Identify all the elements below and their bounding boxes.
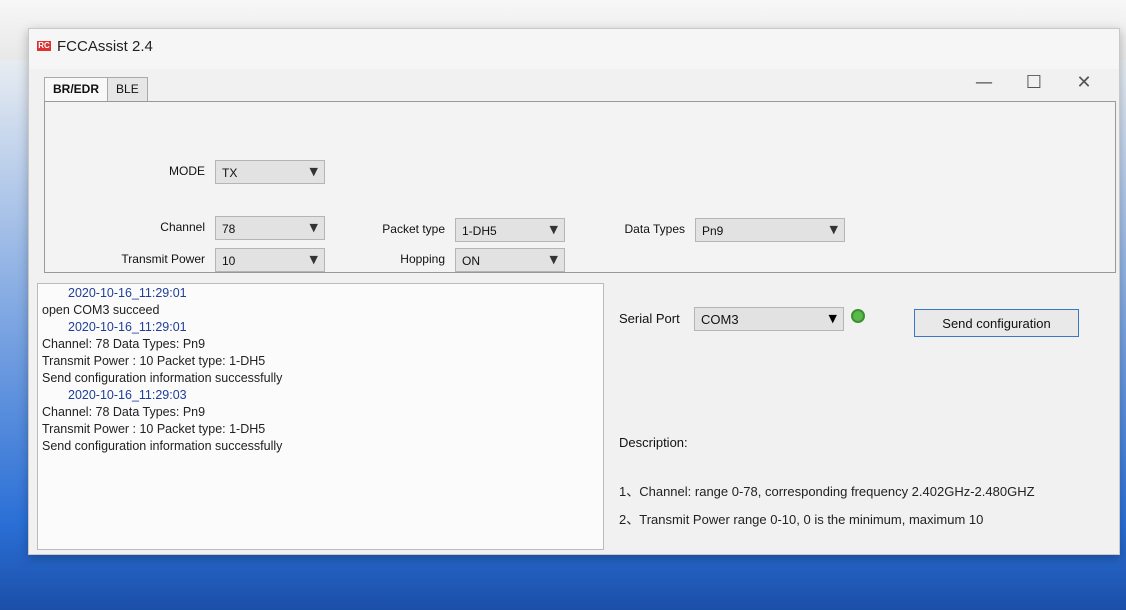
transmit-power-value: 10 <box>222 254 236 268</box>
config-panel: MODE TX ▼ Channel 78 ▼ Transmit Power 10… <box>44 101 1116 273</box>
chevron-down-icon: ▼ <box>549 253 558 266</box>
chevron-down-icon: ▼ <box>309 221 318 234</box>
serial-panel: Serial Port COM3 ▼ Send configuration De… <box>609 283 1114 548</box>
send-configuration-button[interactable]: Send configuration <box>914 309 1079 337</box>
tab-strip: BR/EDR BLE <box>44 77 148 101</box>
description-item: 2、Transmit Power range 0-10, 0 is the mi… <box>619 512 984 527</box>
log-timestamp: 2020-10-16_11:29:01 <box>68 286 187 300</box>
chevron-down-icon: ▼ <box>829 223 838 236</box>
mode-select[interactable]: TX ▼ <box>215 160 325 184</box>
app-icon: RC <box>37 41 51 51</box>
description-title: Description: <box>619 435 688 450</box>
log-line: Channel: 78 Data Types: Pn9 <box>42 405 206 419</box>
app-window: RC FCCAssist 2.4 — ☐ ✕ BR/EDR BLE MODE T… <box>28 28 1120 555</box>
channel-select[interactable]: 78 ▼ <box>215 216 325 240</box>
packet-type-select[interactable]: 1-DH5 ▼ <box>455 218 565 242</box>
hopping-value: ON <box>462 254 480 268</box>
log-line: Send configuration information successfu… <box>42 439 283 453</box>
mode-value: TX <box>222 166 238 180</box>
serial-port-value: COM3 <box>701 312 739 327</box>
hopping-label: Hopping <box>400 252 445 266</box>
window-controls: — ☐ ✕ <box>959 69 1109 97</box>
log-timestamp: 2020-10-16_11:29:01 <box>68 320 187 334</box>
log-timestamp: 2020-10-16_11:29:03 <box>68 388 187 402</box>
chevron-down-icon: ▼ <box>309 253 318 266</box>
serial-port-label: Serial Port <box>619 311 680 326</box>
minimize-icon[interactable]: — <box>959 69 1009 97</box>
chevron-down-icon: ▼ <box>549 223 558 236</box>
maximize-icon[interactable]: ☐ <box>1009 69 1059 97</box>
log-line: Channel: 78 Data Types: Pn9 <box>42 337 206 351</box>
log-line: open COM3 succeed <box>42 303 160 317</box>
packet-type-label: Packet type <box>382 222 445 236</box>
description-item: 1、Channel: range 0-78, corresponding fre… <box>619 484 1035 499</box>
channel-label: Channel <box>160 220 205 234</box>
transmit-power-select[interactable]: 10 ▼ <box>215 248 325 272</box>
tab-ble[interactable]: BLE <box>107 77 148 101</box>
serial-port-select[interactable]: COM3 ▼ <box>694 307 844 331</box>
connection-status-icon <box>851 309 865 323</box>
close-icon[interactable]: ✕ <box>1059 69 1109 97</box>
packet-type-value: 1-DH5 <box>462 224 497 238</box>
chevron-down-icon: ▼ <box>828 312 837 325</box>
log-line: Transmit Power : 10 Packet type: 1-DH5 <box>42 354 266 368</box>
chevron-down-icon: ▼ <box>309 165 318 178</box>
log-line: Send configuration information successfu… <box>42 371 283 385</box>
data-types-select[interactable]: Pn9 ▼ <box>695 218 845 242</box>
tab-br-edr[interactable]: BR/EDR <box>44 77 109 101</box>
title-bar: RC FCCAssist 2.4 <box>29 29 1119 69</box>
log-line: Transmit Power : 10 Packet type: 1-DH5 <box>42 422 266 436</box>
mode-label: MODE <box>169 164 205 178</box>
hopping-select[interactable]: ON ▼ <box>455 248 565 272</box>
data-types-value: Pn9 <box>702 224 724 238</box>
channel-value: 78 <box>222 222 236 236</box>
transmit-power-label: Transmit Power <box>121 252 205 266</box>
data-types-label: Data Types <box>624 222 685 236</box>
log-output[interactable]: 2020-10-16_11:29:01 open COM3 succeed 20… <box>37 283 604 550</box>
window-title: FCCAssist 2.4 <box>57 38 153 55</box>
